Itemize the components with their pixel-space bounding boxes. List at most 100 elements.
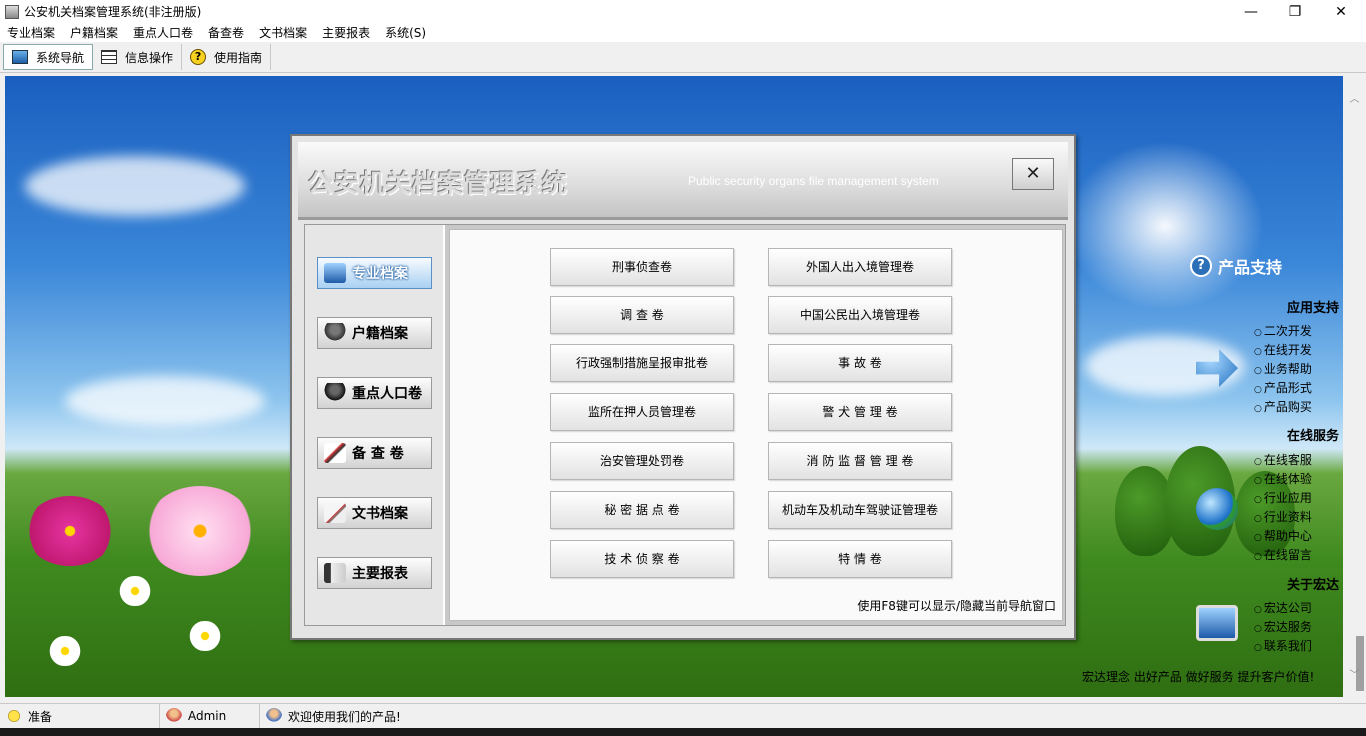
scroll-up-arrow[interactable]: ︿ (1343, 90, 1366, 110)
link-business-help[interactable]: 业务帮助 (1254, 360, 1312, 377)
title-bar: 公安机关档案管理系统(非注册版) — ❐ ✕ (0, 0, 1366, 23)
status-welcome: 欢迎使用我们的产品! (260, 704, 560, 729)
users-icon (266, 708, 282, 724)
status-bar: 准备 Admin 欢迎使用我们的产品! (0, 703, 1366, 729)
btn-technical-reconnaissance[interactable]: 技 术 侦 察 卷 (550, 540, 734, 578)
vertical-scrollbar[interactable]: ︿ ﹀ (1343, 76, 1366, 697)
nav-professional[interactable]: 专业档案 (317, 257, 432, 289)
monitor-icon (324, 263, 346, 283)
link-industry-material[interactable]: 行业资料 (1254, 508, 1312, 525)
btn-investigation[interactable]: 调 查 卷 (550, 296, 734, 334)
link-help-center[interactable]: 帮助中心 (1254, 527, 1312, 544)
arrow-icon (1196, 349, 1238, 387)
product-support-panel: ? 产品支持 应用支持 二次开发 在线开发 业务帮助 产品形式 产品购买 在线服… (1180, 250, 1345, 690)
link-online-dev[interactable]: 在线开发 (1254, 341, 1312, 358)
info-operation-label: 信息操作 (125, 50, 174, 65)
daisy (115, 576, 155, 606)
nav-documents[interactable]: 文书档案 (317, 497, 432, 529)
link-online-message[interactable]: 在线留言 (1254, 546, 1312, 563)
user-icon (324, 383, 346, 403)
company-slogan: 宏达理念 出好产品 做好服务 提升客户价值! (1082, 670, 1315, 684)
link-service[interactable]: 宏达服务 (1254, 618, 1312, 635)
menu-system[interactable]: 系统(S) (378, 24, 434, 41)
pen-icon (324, 443, 346, 463)
link-product-purchase[interactable]: 产品购买 (1254, 398, 1312, 415)
menu-bar: 专业档案 户籍档案 重点人口卷 备查卷 文书档案 主要报表 系统(S) (0, 23, 1366, 42)
system-nav-label: 系统导航 (36, 50, 85, 65)
document-icon (324, 503, 346, 523)
status-ready: 准备 (0, 703, 160, 729)
user-guide-button[interactable]: ? 使用指南 (182, 44, 272, 70)
link-company[interactable]: 宏达公司 (1254, 599, 1312, 616)
dialog-header: 公安机关档案管理系统 Public security organs file m… (298, 142, 1068, 220)
report-icon (324, 563, 346, 583)
app-icon (5, 4, 19, 19)
flower-pink (25, 496, 115, 566)
toolbar: 系统导航 信息操作 ? 使用指南 (0, 42, 1366, 73)
link-secondary-dev[interactable]: 二次开发 (1254, 322, 1312, 339)
flower-light-pink (145, 486, 255, 576)
nav-household[interactable]: 户籍档案 (317, 317, 432, 349)
navigation-dialog: 公安机关档案管理系统 Public security organs file m… (290, 134, 1076, 640)
help-icon: ? (190, 49, 207, 65)
maximize-button[interactable]: ❐ (1272, 0, 1318, 23)
daisy (185, 621, 225, 651)
system-nav-button[interactable]: 系统导航 (3, 44, 94, 70)
section-about: 关于宏达 (1286, 578, 1339, 593)
btn-admin-coercive[interactable]: 行政强制措施呈报审批卷 (550, 344, 734, 382)
dialog-body: 专业档案 户籍档案 重点人口卷 备 查 卷 文书档案 主要报表 刑事侦查卷 调 … (304, 224, 1066, 626)
user-icon (166, 708, 182, 724)
scroll-down-arrow[interactable]: ﹀ (1343, 666, 1366, 686)
menu-reference[interactable]: 备查卷 (201, 24, 252, 41)
section-online-service: 在线服务 (1286, 429, 1339, 444)
menu-documents[interactable]: 文书档案 (252, 24, 315, 41)
menu-reports[interactable]: 主要报表 (315, 24, 378, 41)
category-nav: 专业档案 户籍档案 重点人口卷 备 查 卷 文书档案 主要报表 (305, 225, 445, 625)
nav-reference[interactable]: 备 查 卷 (317, 437, 432, 469)
archive-buttons-panel: 刑事侦查卷 调 查 卷 行政强制措施呈报审批卷 监所在押人员管理卷 治安管理处罚… (449, 229, 1063, 621)
btn-criminal-investigation[interactable]: 刑事侦查卷 (550, 248, 734, 286)
dialog-close-button[interactable]: ✕ (1012, 158, 1054, 190)
btn-citizen-entry-exit[interactable]: 中国公民出入境管理卷 (768, 296, 952, 334)
window-title: 公安机关档案管理系统(非注册版) (24, 5, 202, 19)
link-contact[interactable]: 联系我们 (1254, 637, 1312, 654)
btn-police-dog[interactable]: 警 犬 管 理 卷 (768, 393, 952, 431)
btn-fire-supervision[interactable]: 消 防 监 督 管 理 卷 (768, 442, 952, 480)
support-header: ? 产品支持 (1190, 254, 1282, 278)
link-online-cs[interactable]: 在线客服 (1254, 451, 1312, 468)
section-app-support: 应用支持 (1286, 301, 1339, 316)
daisy (45, 636, 85, 666)
btn-motor-vehicle[interactable]: 机动车及机动车驾驶证管理卷 (768, 491, 952, 529)
nav-reports[interactable]: 主要报表 (317, 557, 432, 589)
menu-professional[interactable]: 专业档案 (0, 24, 63, 41)
cloud (25, 156, 245, 216)
person-icon (324, 323, 346, 343)
btn-secret-base[interactable]: 秘 密 据 点 卷 (550, 491, 734, 529)
menu-key-population[interactable]: 重点人口卷 (126, 24, 201, 41)
btn-special-intelligence[interactable]: 特 情 卷 (768, 540, 952, 578)
link-industry-app[interactable]: 行业应用 (1254, 489, 1312, 506)
link-online-trial[interactable]: 在线体验 (1254, 470, 1312, 487)
taskbar-strip (0, 728, 1366, 736)
grid-icon (101, 50, 118, 64)
btn-accident[interactable]: 事 故 卷 (768, 344, 952, 382)
dialog-title: 公安机关档案管理系统 (308, 169, 569, 198)
f8-hint: 使用F8键可以显示/隐藏当前导航窗口 (857, 599, 1056, 613)
menu-household[interactable]: 户籍档案 (63, 24, 126, 41)
user-guide-label: 使用指南 (214, 50, 263, 65)
smiley-icon (6, 708, 22, 724)
monitor-icon (12, 50, 28, 64)
btn-public-security-penalty[interactable]: 治安管理处罚卷 (550, 442, 734, 480)
btn-detainee-management[interactable]: 监所在押人员管理卷 (550, 393, 734, 431)
link-product-form[interactable]: 产品形式 (1254, 379, 1312, 396)
cloud (65, 376, 265, 426)
btn-foreigner-entry-exit[interactable]: 外国人出入境管理卷 (768, 248, 952, 286)
status-user: Admin (160, 703, 260, 729)
info-operation-button[interactable]: 信息操作 (93, 44, 183, 70)
globe-icon (1196, 488, 1238, 530)
minimize-button[interactable]: — (1228, 0, 1274, 23)
nav-key-population[interactable]: 重点人口卷 (317, 377, 432, 409)
computer-icon (1196, 605, 1238, 641)
question-icon: ? (1190, 255, 1212, 277)
close-window-button[interactable]: ✕ (1318, 0, 1364, 23)
